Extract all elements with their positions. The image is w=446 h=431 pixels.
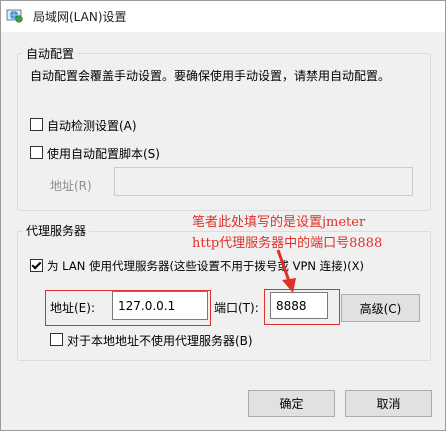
- proxy-port-label: 端口(T):: [214, 301, 259, 315]
- auto-detect-checkbox-row[interactable]: 自动检测设置(A): [30, 117, 190, 133]
- auto-config-description: 自动配置会覆盖手动设置。要确保使用手动设置，请禁用自动配置。: [30, 69, 391, 83]
- advanced-button[interactable]: 高级(C): [341, 294, 420, 322]
- proxy-address-label: 地址(E):: [50, 301, 95, 315]
- globe-network-icon: [6, 8, 24, 24]
- ok-button[interactable]: 确定: [248, 390, 335, 417]
- script-address-input[interactable]: [114, 167, 413, 196]
- script-address-label: 地址(R): [50, 179, 92, 193]
- bypass-local-label: 对于本地地址不使用代理服务器(B): [67, 334, 253, 348]
- use-script-label: 使用自动配置脚本(S): [47, 147, 160, 161]
- auto-detect-label: 自动检测设置(A): [47, 119, 137, 133]
- window-title: 局域网(LAN)设置: [33, 10, 127, 24]
- use-proxy-checkbox[interactable]: [30, 259, 43, 272]
- use-script-checkbox-row[interactable]: 使用自动配置脚本(S): [30, 145, 200, 161]
- auto-config-group-title: 自动配置: [23, 45, 78, 62]
- use-script-checkbox[interactable]: [30, 146, 43, 159]
- proxy-address-input[interactable]: [112, 291, 208, 320]
- cancel-button[interactable]: 取消: [345, 390, 432, 417]
- annotation-text-line1: 笔者此处填写的是设置jmeter: [192, 215, 366, 230]
- bypass-local-checkbox-row[interactable]: 对于本地地址不使用代理服务器(B): [50, 332, 280, 348]
- proxy-server-group-title: 代理服务器: [23, 222, 90, 239]
- bypass-local-checkbox[interactable]: [50, 333, 63, 346]
- auto-detect-checkbox[interactable]: [30, 118, 43, 131]
- annotation-arrow-icon: [276, 249, 296, 293]
- use-proxy-checkbox-row[interactable]: 为 LAN 使用代理服务器(这些设置不用于拨号或 VPN 连接)(X): [30, 258, 410, 274]
